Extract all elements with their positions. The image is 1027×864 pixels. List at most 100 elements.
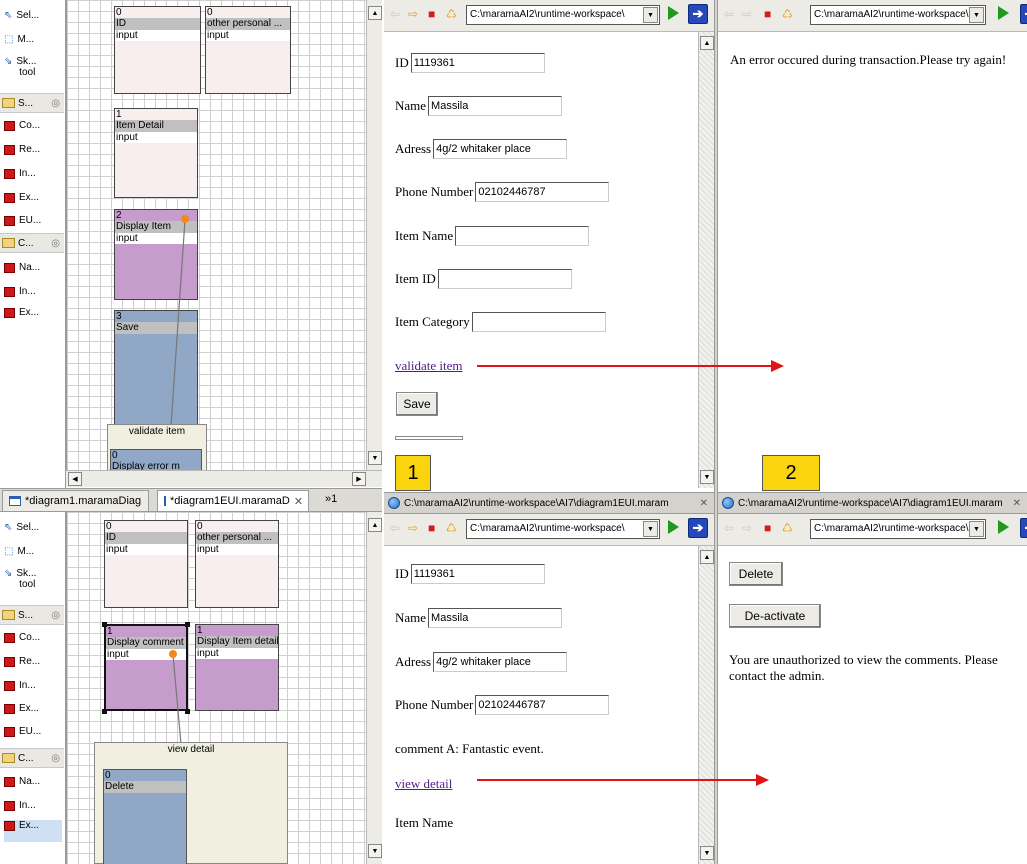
palette-drawer-s[interactable]: S... ◎ — [0, 93, 64, 113]
palette-item[interactable]: In... — [4, 680, 36, 702]
palette-item[interactable]: Re... — [4, 656, 40, 678]
stop-icon[interactable]: ■ — [764, 522, 771, 534]
tab-diagram1eui[interactable]: *diagram1EUI.maramaD ✕ — [157, 490, 309, 511]
item-id-input[interactable] — [437, 269, 572, 289]
tab-diagram1[interactable]: *diagram1.maramaDiag — [2, 490, 149, 511]
browser1-top-vscrollbar[interactable]: ▲ ▼ — [698, 32, 714, 488]
refresh-icon[interactable]: ♺ — [782, 522, 793, 534]
forward-icon[interactable]: ⇨ — [742, 522, 752, 534]
select-tool[interactable]: ⇖ Sel... — [4, 10, 39, 32]
phone-input[interactable]: 02102446787 — [475, 182, 610, 202]
sketch-tool[interactable]: ⇘ Sk... tool — [4, 568, 36, 598]
go-icon[interactable] — [998, 6, 1009, 20]
palette-drawer-c[interactable]: C... ◎ — [0, 748, 64, 768]
name-input[interactable]: Massila — [428, 608, 563, 628]
go-icon[interactable] — [668, 520, 679, 534]
forward-icon[interactable]: ⇨ — [742, 8, 752, 20]
stop-icon[interactable]: ■ — [428, 8, 435, 20]
go-icon[interactable] — [998, 520, 1009, 534]
browser2-bottom-title[interactable]: C:\maramaAI2\runtime-workspace\AI7\diagr… — [718, 492, 1027, 514]
chevron-down-icon[interactable]: ▼ — [969, 521, 984, 537]
stop-icon[interactable]: ■ — [428, 522, 435, 534]
palette-item[interactable]: Ex... — [4, 192, 39, 214]
event-box-view-detail[interactable]: view detail 0 Delete — [94, 742, 288, 864]
marquee-tool[interactable]: ⬚ M... — [4, 546, 34, 568]
palette-drawer-s[interactable]: S... ◎ — [0, 605, 64, 625]
validate-item-link[interactable]: validate item — [395, 358, 463, 374]
top-diagram-canvas[interactable]: 0 ID input 0 other personal ... input 1 … — [66, 0, 366, 470]
palette-item[interactable]: Na... — [4, 262, 40, 284]
refresh-icon[interactable]: ♺ — [446, 8, 457, 20]
palette-item-selected[interactable]: Ex... — [4, 820, 62, 842]
url-combo[interactable]: C:\maramaAI2\runtime-workspace\ ▼ — [466, 5, 660, 25]
back-icon[interactable]: ⇦ — [390, 8, 400, 20]
back-icon[interactable]: ⇦ — [390, 522, 400, 534]
scroll-up-icon[interactable]: ▲ — [700, 36, 714, 50]
item-name-input[interactable] — [455, 226, 590, 246]
scroll-down-icon[interactable]: ▼ — [700, 470, 714, 484]
palette-item[interactable]: Ex... — [4, 703, 39, 725]
phone-input[interactable]: 02102446787 — [475, 695, 610, 715]
address-input[interactable]: 4g/2 whitaker place — [433, 652, 568, 672]
scroll-right-icon[interactable]: ▶ — [352, 472, 366, 486]
marquee-tool[interactable]: ⬚ M... — [4, 34, 34, 56]
url-combo[interactable]: C:\maramaAI2\runtime-workspace\ ▼ — [466, 519, 660, 539]
delete-button[interactable]: Delete — [729, 562, 783, 586]
chevron-down-icon[interactable]: ▼ — [643, 521, 658, 537]
bottom-diagram-canvas[interactable]: 0 ID input 0 other personal ... input 1 … — [66, 512, 366, 864]
id-input[interactable]: 1119361 — [410, 564, 545, 584]
deactivate-button[interactable]: De-activate — [729, 604, 821, 628]
palette-item[interactable]: EU... — [4, 726, 41, 748]
address-input[interactable]: 4g/2 whitaker place — [433, 139, 568, 159]
forward-icon[interactable]: ⇨ — [408, 522, 418, 534]
refresh-icon[interactable]: ♺ — [446, 522, 457, 534]
tab-overflow[interactable]: »1 — [325, 493, 337, 505]
close-icon[interactable]: ✕ — [294, 495, 303, 508]
scroll-left-icon[interactable]: ◀ — [68, 472, 82, 486]
url-combo[interactable]: C:\maramaAI2\runtime-workspace\ ▼ — [810, 5, 986, 25]
browser1-bottom-title[interactable]: C:\maramaAI2\runtime-workspace\AI7\diagr… — [384, 492, 714, 514]
scroll-up-icon[interactable]: ▲ — [700, 550, 714, 564]
palette-item[interactable]: Co... — [4, 120, 40, 142]
name-input[interactable]: Massila — [428, 96, 563, 116]
close-icon[interactable]: ✕ — [1013, 498, 1021, 509]
palette-item[interactable]: Co... — [4, 632, 40, 654]
refresh-icon[interactable]: ♺ — [782, 8, 793, 20]
browser1-bottom-vscrollbar[interactable]: ▲ ▼ — [698, 546, 714, 864]
save-button[interactable]: Save — [396, 392, 438, 416]
event-box-validate-item[interactable]: validate item 0 Display error m — [107, 424, 207, 470]
chevron-down-icon[interactable]: ▼ — [643, 7, 658, 23]
id-input[interactable]: 1119361 — [410, 53, 545, 73]
top-canvas-hscrollbar[interactable]: ◀ ▶ — [66, 470, 382, 487]
navigate-icon[interactable]: ➔ — [688, 4, 708, 24]
palette-drawer-c[interactable]: C... ◎ — [0, 233, 64, 253]
palette-item[interactable]: Na... — [4, 776, 40, 798]
chevron-down-icon[interactable]: ▼ — [969, 7, 984, 23]
navigate-icon[interactable]: ➔ — [688, 518, 708, 538]
palette-item[interactable]: Re... — [4, 144, 40, 166]
scroll-down-icon[interactable]: ▼ — [700, 846, 714, 860]
scroll-down-icon[interactable]: ▼ — [368, 844, 382, 858]
close-icon[interactable]: ✕ — [700, 498, 708, 509]
scroll-up-icon[interactable]: ▲ — [368, 518, 382, 532]
scroll-down-icon[interactable]: ▼ — [368, 451, 382, 465]
view-detail-link[interactable]: view detail — [395, 776, 452, 792]
back-icon[interactable]: ⇦ — [724, 522, 734, 534]
forward-icon[interactable]: ⇨ — [408, 8, 418, 20]
palette-item[interactable]: In... — [4, 168, 36, 190]
scroll-up-icon[interactable]: ▲ — [368, 6, 382, 20]
go-icon[interactable] — [668, 6, 679, 20]
palette-item[interactable]: In... — [4, 800, 36, 822]
back-icon[interactable]: ⇦ — [724, 8, 734, 20]
navigate-icon[interactable]: ➔ — [1020, 518, 1027, 538]
item-category-input[interactable] — [471, 312, 606, 332]
palette-item[interactable]: Ex... — [4, 307, 39, 329]
sketch-tool[interactable]: ⇘ Sk... tool — [4, 56, 36, 86]
bottom-canvas-vscrollbar[interactable]: ▲ ▼ — [366, 512, 382, 864]
palette-item[interactable]: In... — [4, 286, 36, 308]
navigate-icon[interactable]: ➔ — [1020, 4, 1027, 24]
url-combo[interactable]: C:\maramaAI2\runtime-workspace\ ▼ — [810, 519, 986, 539]
widget-delete[interactable]: 0 Delete — [103, 769, 187, 864]
select-tool[interactable]: ⇖ Sel... — [4, 522, 39, 544]
widget-display-error[interactable]: 0 Display error m — [110, 449, 202, 470]
